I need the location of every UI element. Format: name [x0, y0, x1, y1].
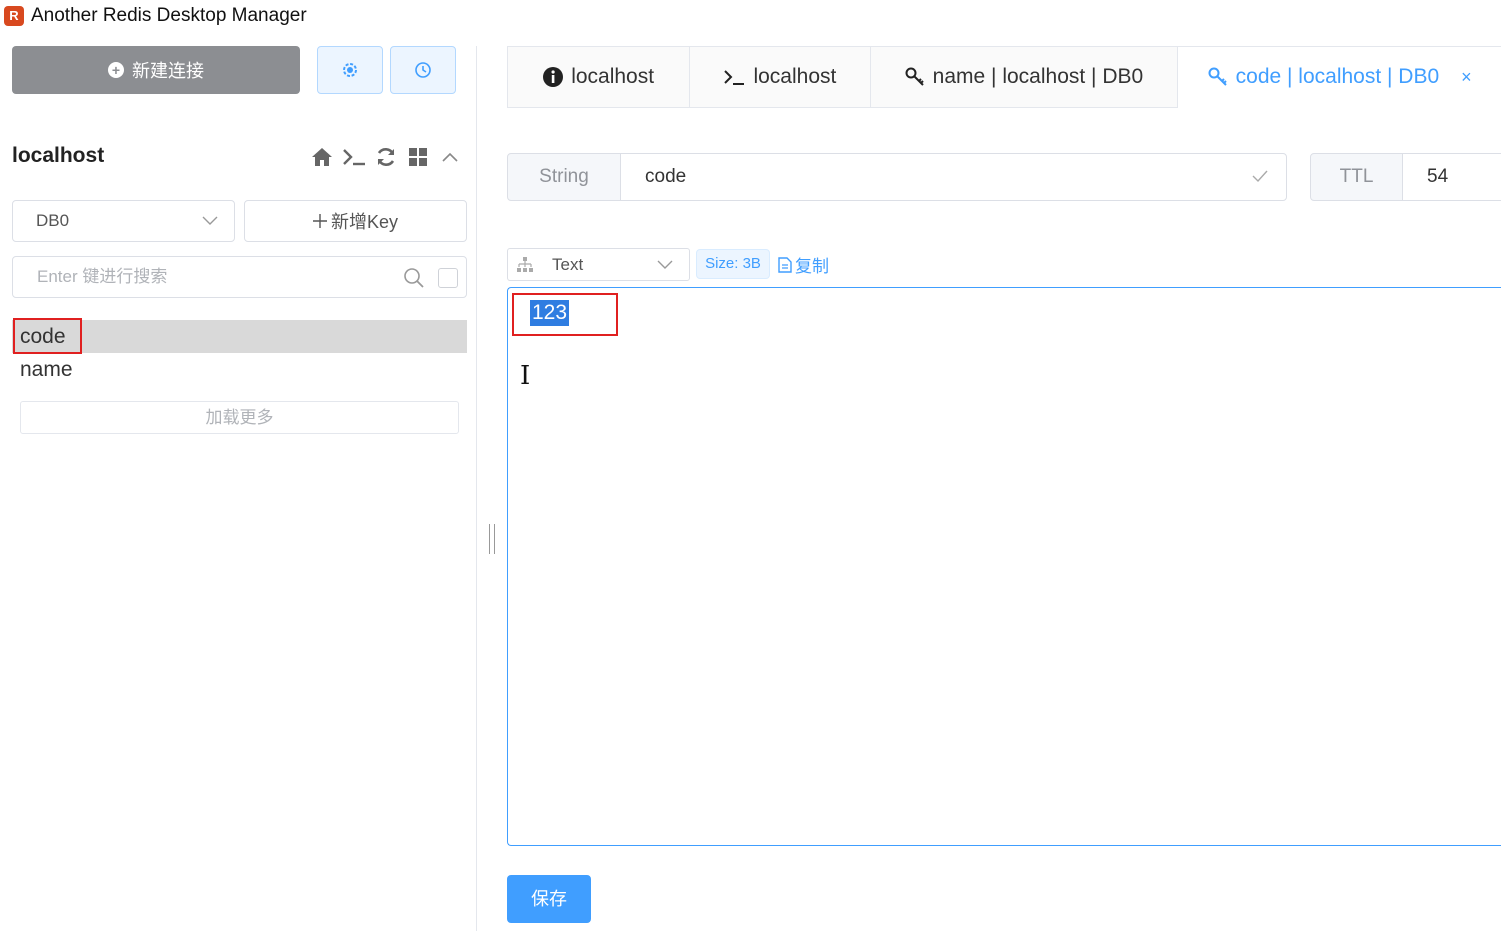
ttl-field — [1402, 153, 1501, 201]
search-input[interactable] — [35, 257, 395, 297]
settings-button[interactable] — [317, 46, 383, 94]
add-key-label: 新增Key — [330, 212, 399, 232]
tab-bar: localhost localhost name | localhost | D… — [507, 46, 1501, 108]
close-icon[interactable]: × — [1461, 67, 1472, 88]
connection-toolbar — [310, 144, 462, 170]
key-list-item[interactable]: code — [12, 318, 467, 354]
load-more-button[interactable]: 加载更多 — [20, 401, 459, 434]
key-name-field — [620, 153, 1287, 201]
refresh-icon[interactable] — [374, 145, 398, 169]
key-highlight-box — [13, 318, 82, 354]
key-icon — [905, 67, 924, 86]
search-icon[interactable] — [403, 267, 425, 289]
info-icon — [543, 67, 564, 87]
window-title: Another Redis Desktop Manager — [31, 5, 307, 26]
db-select[interactable]: DB0 — [12, 200, 235, 242]
copy-label: 复制 — [795, 257, 829, 276]
home-icon[interactable] — [310, 145, 334, 169]
new-connection-button[interactable]: + 新建连接 — [12, 46, 300, 94]
size-badge: Size: 3B — [696, 249, 770, 279]
tab-label: name | localhost | DB0 — [932, 65, 1144, 88]
text-cursor-icon: I — [520, 361, 531, 391]
search-box — [12, 256, 467, 298]
key-list-item-label: name — [20, 358, 73, 381]
tab-key-code[interactable]: code | localhost | DB0 × — [1178, 47, 1501, 108]
tab-label: localhost — [571, 65, 655, 88]
document-icon — [778, 256, 792, 273]
chevron-up-icon[interactable] — [438, 145, 462, 169]
plus-circle-icon: + — [108, 62, 124, 78]
gear-icon — [343, 63, 357, 77]
db-select-value: DB0 — [36, 211, 70, 230]
ttl-input[interactable] — [1425, 154, 1495, 200]
tab-status[interactable]: localhost — [508, 47, 691, 107]
copy-button[interactable]: 复制 — [778, 252, 829, 277]
key-type-label: String — [507, 153, 621, 201]
format-select[interactable]: Text — [507, 248, 690, 281]
connection-name: localhost — [12, 144, 105, 167]
check-icon[interactable] — [1251, 167, 1269, 185]
tab-cli[interactable]: localhost — [690, 47, 871, 107]
ttl-label: TTL — [1310, 153, 1403, 201]
key-name-input[interactable] — [643, 154, 1203, 200]
new-connection-label: 新建连接 — [132, 61, 204, 81]
key-list: code name — [12, 318, 467, 386]
save-button[interactable]: 保存 — [507, 875, 591, 923]
tab-label: code | localhost | DB0 — [1235, 65, 1440, 88]
value-highlight-box — [512, 293, 618, 336]
sidebar-divider — [476, 46, 477, 931]
resize-handle[interactable] — [489, 524, 495, 554]
exact-search-checkbox[interactable] — [438, 268, 458, 288]
title-bar: R Another Redis Desktop Manager — [0, 0, 1501, 36]
grid-icon[interactable] — [406, 145, 430, 169]
tab-key-name[interactable]: name | localhost | DB0 — [871, 47, 1179, 107]
sitemap-icon — [517, 256, 533, 272]
chevron-down-icon — [202, 216, 218, 225]
terminal-icon — [724, 70, 745, 85]
key-icon — [1208, 67, 1227, 86]
history-button[interactable] — [390, 46, 456, 94]
clock-icon — [415, 62, 431, 78]
app-logo-icon: R — [4, 6, 24, 26]
format-select-value: Text — [552, 254, 584, 274]
terminal-icon[interactable] — [342, 145, 366, 169]
value-editor[interactable]: 123 I — [507, 287, 1501, 846]
key-list-item[interactable]: name — [12, 353, 467, 386]
plus-icon — [312, 214, 327, 228]
tab-label: localhost — [753, 65, 837, 88]
chevron-down-icon — [657, 260, 673, 269]
add-key-button[interactable]: 新增Key — [244, 200, 467, 242]
